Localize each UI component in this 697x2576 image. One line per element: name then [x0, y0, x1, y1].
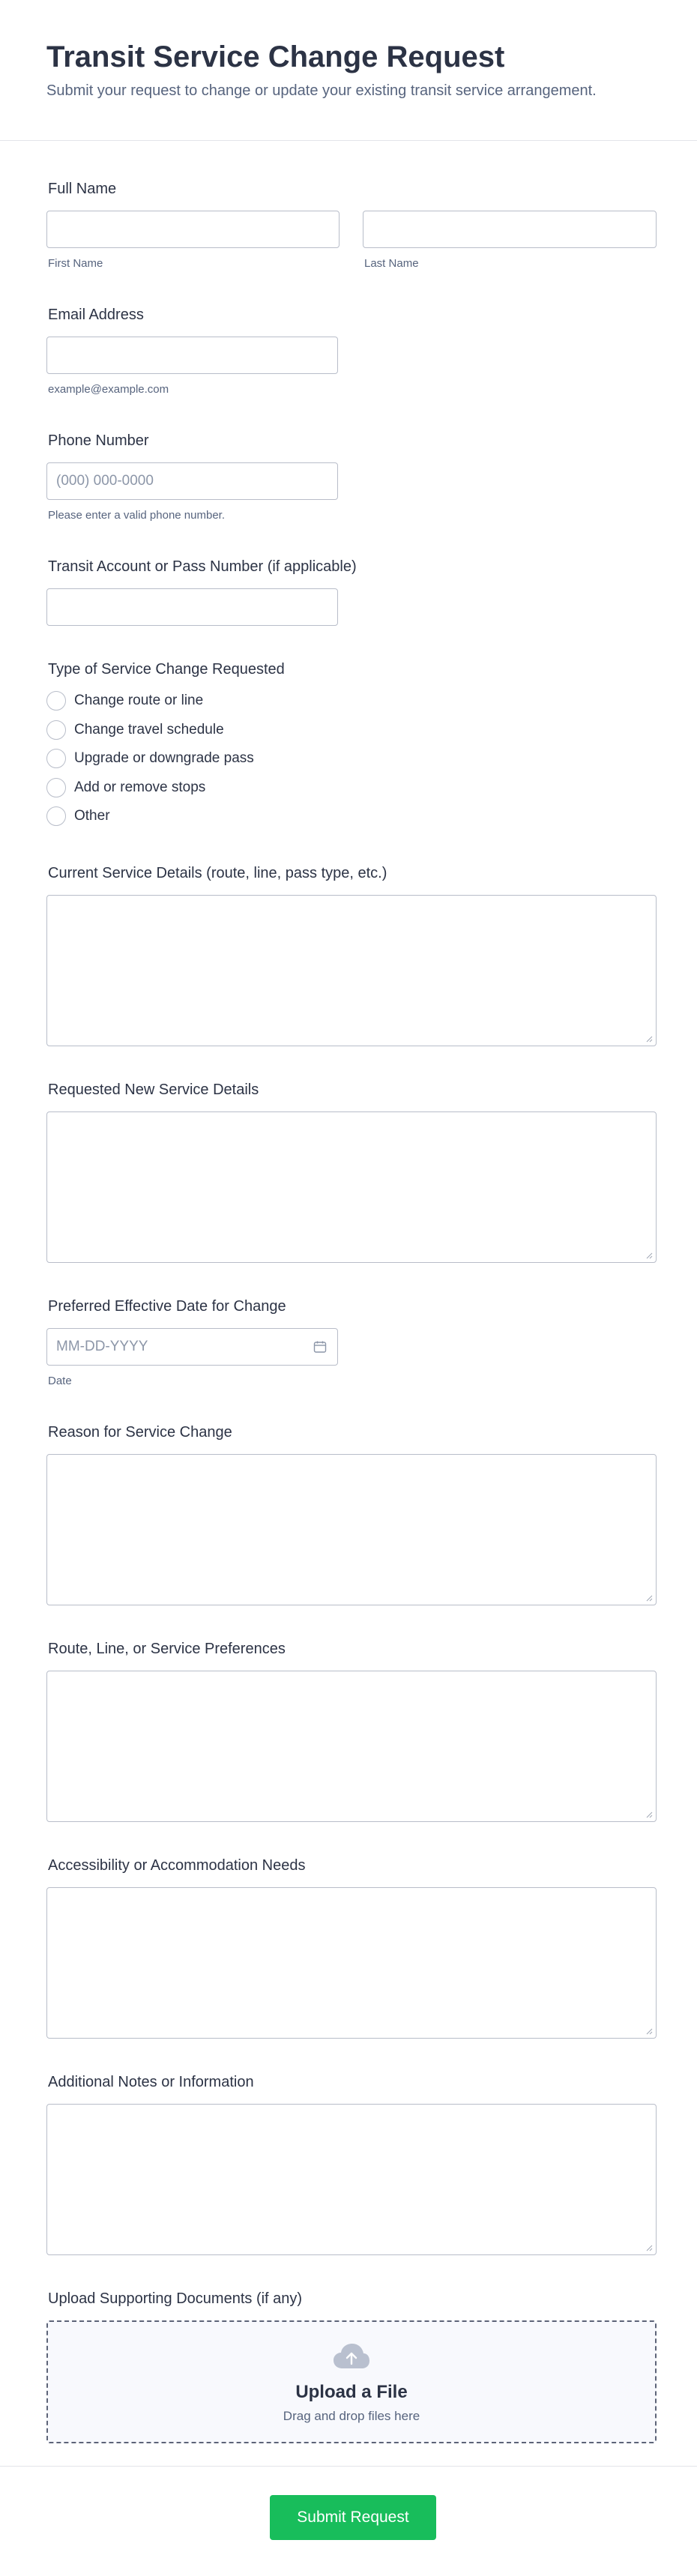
change-type-option[interactable]: Change travel schedule — [46, 720, 224, 740]
resize-handle-icon[interactable] — [645, 2027, 653, 2035]
effective-date-label: Preferred Effective Date for Change — [48, 1298, 286, 1315]
upload-dropzone[interactable]: Upload a File Drag and drop files here — [46, 2320, 657, 2443]
radio-button[interactable] — [46, 720, 66, 740]
phone-placeholder: (000) 000-0000 — [56, 473, 154, 489]
last-name-sublabel: Last Name — [364, 257, 419, 270]
current-details-label: Current Service Details (route, line, pa… — [48, 865, 387, 881]
phone-label: Phone Number — [48, 432, 149, 449]
resize-handle-icon[interactable] — [645, 1035, 653, 1043]
change-type-option-label: Other — [74, 808, 110, 824]
calendar-icon[interactable] — [313, 1340, 327, 1354]
change-type-option-label: Upgrade or downgrade pass — [74, 750, 254, 766]
date-sublabel: Date — [48, 1375, 72, 1387]
full-name-question: Full Name First Name Last Name — [46, 180, 657, 270]
upload-cloud-icon — [334, 2344, 369, 2368]
change-type-option-label: Add or remove stops — [74, 779, 206, 795]
change-type-option-label: Change route or line — [74, 693, 204, 708]
radio-button[interactable] — [46, 806, 66, 826]
notes-label: Additional Notes or Information — [48, 2074, 254, 2090]
account-input[interactable] — [46, 588, 338, 626]
change-type-option[interactable]: Upgrade or downgrade pass — [46, 748, 254, 769]
notes-question: Additional Notes or Information — [46, 2073, 657, 2260]
preferences-textarea[interactable] — [46, 1671, 657, 1822]
email-question: Email Address example@example.com — [46, 306, 657, 396]
first-name-sublabel: First Name — [48, 257, 103, 270]
new-details-textarea[interactable] — [46, 1111, 657, 1263]
accessibility-label: Accessibility or Accommodation Needs — [48, 1857, 306, 1874]
effective-date-question: Preferred Effective Date for Change MM-D… — [46, 1297, 657, 1387]
change-type-option[interactable]: Add or remove stops — [46, 777, 205, 798]
form-footer: Submit Request — [0, 2466, 697, 2576]
phone-question: Phone Number (000) 000-0000 Please enter… — [46, 432, 657, 522]
resize-handle-icon[interactable] — [645, 1594, 653, 1602]
change-type-option[interactable]: Other — [46, 806, 110, 827]
radio-button[interactable] — [46, 778, 66, 797]
preferences-question: Route, Line, or Service Preferences — [46, 1640, 657, 1827]
phone-sublabel: Please enter a valid phone number. — [48, 509, 225, 522]
radio-button[interactable] — [46, 749, 66, 768]
notes-textarea[interactable] — [46, 2104, 657, 2255]
change-type-option-label: Change travel schedule — [74, 722, 224, 737]
upload-hint: Drag and drop files here — [283, 2409, 420, 2423]
submit-button[interactable]: Submit Request — [270, 2495, 436, 2540]
accessibility-textarea[interactable] — [46, 1887, 657, 2039]
current-details-question: Current Service Details (route, line, pa… — [46, 864, 657, 1052]
full-name-label: Full Name — [48, 181, 117, 197]
change-type-label: Type of Service Change Requested — [48, 661, 285, 678]
date-placeholder: MM-DD-YYYY — [56, 1339, 148, 1354]
email-label: Email Address — [48, 307, 144, 323]
account-question: Transit Account or Pass Number (if appli… — [46, 558, 657, 633]
accessibility-question: Accessibility or Accommodation Needs — [46, 1856, 657, 2044]
change-type-question: Type of Service Change Requested Change … — [46, 660, 657, 833]
phone-input[interactable]: (000) 000-0000 — [46, 462, 338, 500]
reason-question: Reason for Service Change — [46, 1423, 657, 1611]
resize-handle-icon[interactable] — [645, 2244, 653, 2251]
resize-handle-icon[interactable] — [645, 1811, 653, 1818]
reason-label: Reason for Service Change — [48, 1424, 232, 1441]
form-subtitle: Submit your request to change or update … — [46, 82, 597, 99]
form-page: Transit Service Change Request Submit yo… — [0, 0, 697, 2576]
email-input[interactable] — [46, 337, 338, 374]
effective-date-input[interactable]: MM-DD-YYYY — [46, 1328, 338, 1366]
new-details-label: Requested New Service Details — [48, 1082, 259, 1098]
new-details-question: Requested New Service Details — [46, 1081, 657, 1268]
current-details-textarea[interactable] — [46, 895, 657, 1046]
upload-question: Upload Supporting Documents (if any) Upl… — [46, 2290, 657, 2447]
account-label: Transit Account or Pass Number (if appli… — [48, 558, 357, 575]
last-name-input[interactable] — [363, 211, 657, 248]
reason-textarea[interactable] — [46, 1454, 657, 1605]
preferences-label: Route, Line, or Service Preferences — [48, 1641, 286, 1657]
form-title: Transit Service Change Request — [46, 40, 505, 73]
upload-title: Upload a File — [295, 2382, 408, 2402]
form-header: Transit Service Change Request Submit yo… — [0, 0, 697, 141]
resize-handle-icon[interactable] — [645, 1252, 653, 1259]
change-type-option[interactable]: Change route or line — [46, 690, 203, 711]
upload-label: Upload Supporting Documents (if any) — [48, 2290, 303, 2307]
first-name-input[interactable] — [46, 211, 340, 248]
email-sublabel: example@example.com — [48, 383, 169, 396]
radio-button[interactable] — [46, 691, 66, 711]
